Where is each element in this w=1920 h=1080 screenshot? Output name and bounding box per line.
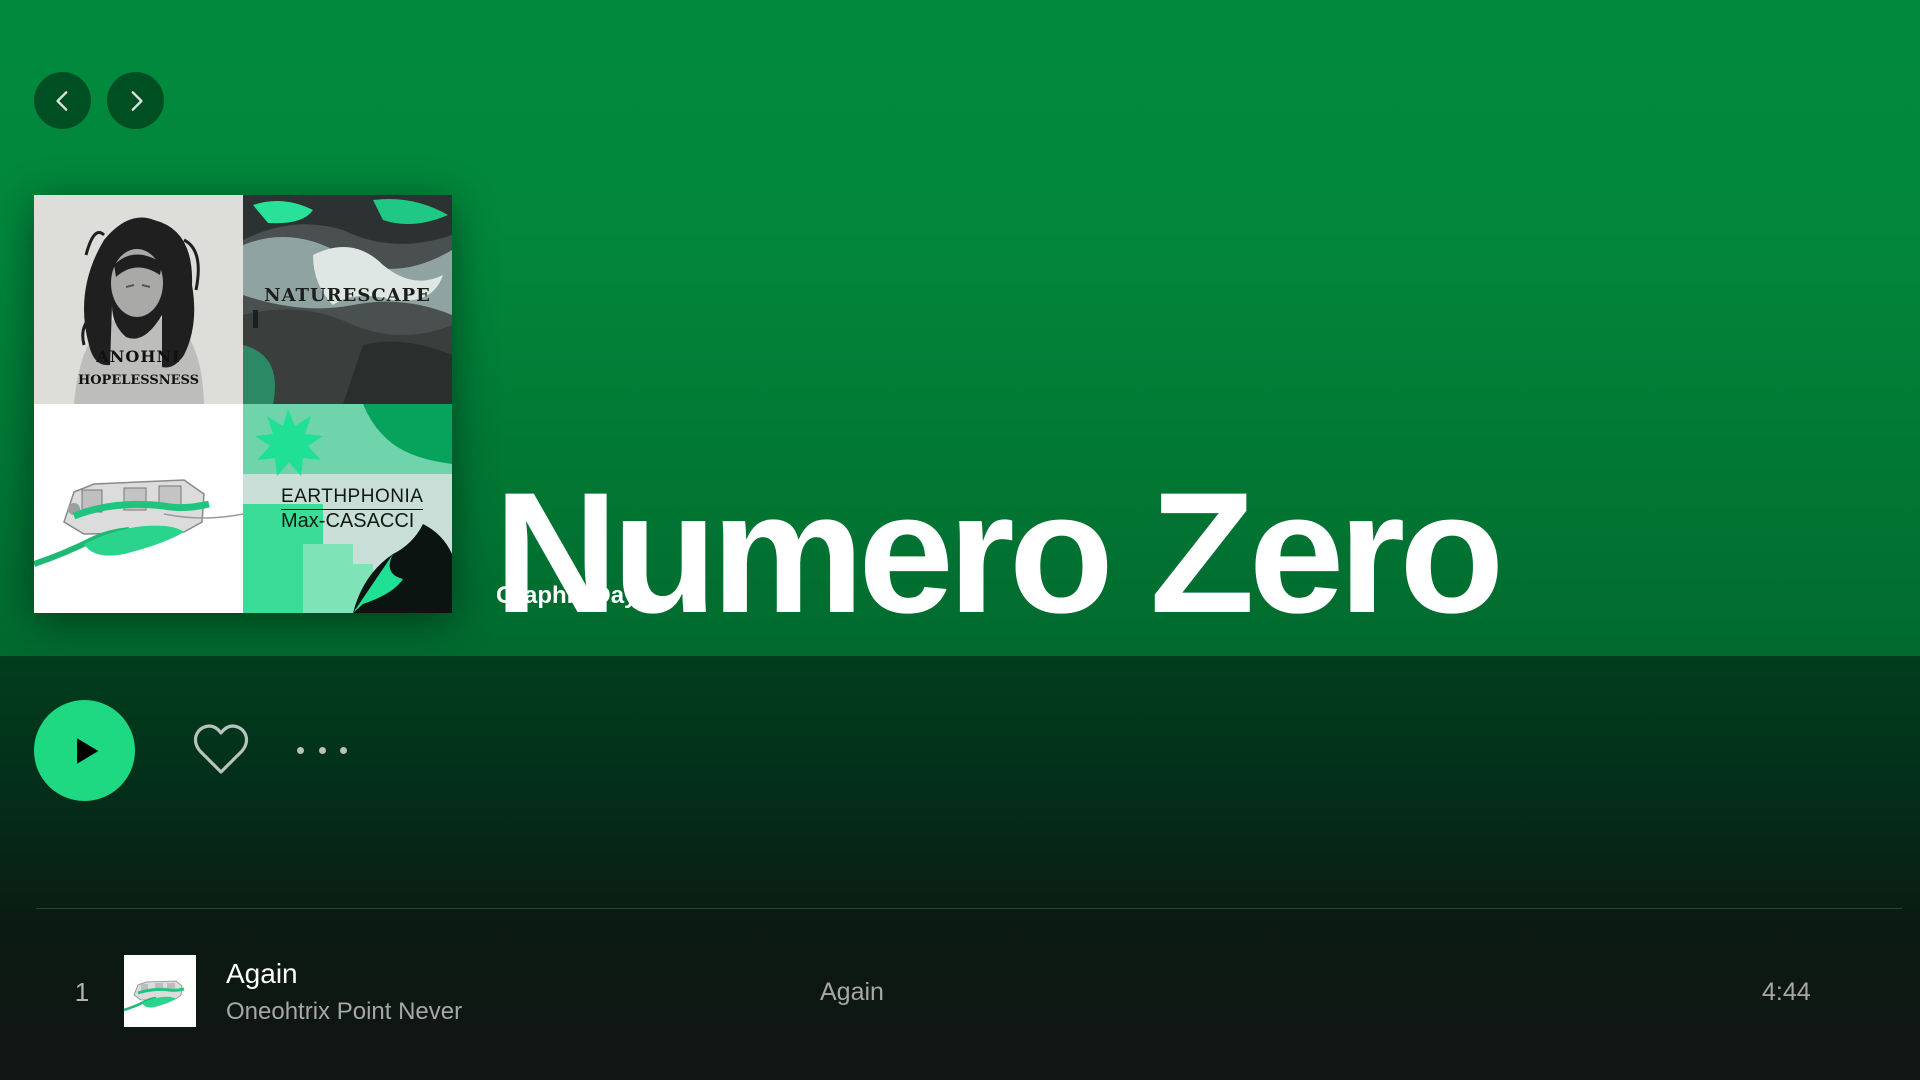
chevron-right-icon: [131, 90, 143, 111]
cover-tile-earthphonia: EARTHPHONIA Max-CASACCI: [243, 404, 452, 613]
like-button[interactable]: [192, 722, 250, 778]
track-number: 1: [74, 977, 90, 1007]
cover-caption: ANOHNI: [96, 347, 181, 366]
history-nav: [34, 72, 164, 129]
cover-caption: Max-CASACCI: [281, 510, 415, 532]
tracklist-divider: [36, 908, 1902, 909]
playlist-page: ANOHNI HOPELESSNESS NATURESCAPE EARTHPHO…: [0, 0, 1920, 1080]
more-options-button[interactable]: [297, 738, 347, 762]
chevron-left-icon: [55, 90, 67, 111]
play-button[interactable]: [34, 700, 135, 801]
album-art-device: [34, 404, 243, 613]
track-album-link[interactable]: Again: [820, 978, 884, 1007]
more-dots-icon: [318, 746, 326, 754]
cover-tile-anohni: ANOHNI HOPELESSNESS: [34, 195, 243, 404]
track-thumbnail: [124, 955, 196, 1027]
track-row[interactable]: 1 Again Oneohtrix Point Never Again 4:44: [36, 940, 1902, 1040]
album-art-device: [124, 955, 196, 1027]
track-artist-link[interactable]: Oneohtrix Point Never: [226, 998, 462, 1026]
cover-caption: HOPELESSNESS: [77, 373, 200, 388]
forward-button[interactable]: [107, 72, 164, 129]
heart-icon: [193, 724, 249, 774]
cover-caption: NATURESCAPE: [264, 285, 431, 306]
back-button[interactable]: [34, 72, 91, 129]
track-title[interactable]: Again: [226, 958, 298, 990]
cover-tile-naturescape: NATURESCAPE: [243, 195, 452, 404]
playlist-cover[interactable]: ANOHNI HOPELESSNESS NATURESCAPE EARTHPHO…: [34, 195, 452, 613]
more-dots-icon: [340, 746, 347, 754]
cover-caption: EARTHPHONIA: [281, 486, 424, 510]
track-duration: 4:44: [1762, 978, 1811, 1006]
play-icon: [77, 737, 99, 764]
playlist-header: ANOHNI HOPELESSNESS NATURESCAPE EARTHPHO…: [0, 0, 1920, 656]
cover-tile-again: [34, 404, 243, 613]
playlist-title: Numero Zero: [494, 457, 1504, 650]
more-dots-icon: [297, 746, 304, 754]
playlist-owner-link[interactable]: Graphic Days: [496, 582, 651, 610]
